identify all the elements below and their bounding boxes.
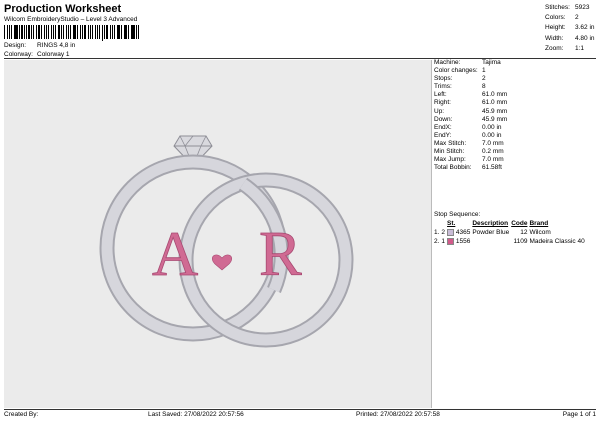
design-label: Design: (4, 42, 27, 49)
embroidery-design: A R (99, 135, 354, 348)
stat-height: Height: 3.62 in (545, 24, 595, 32)
design-value: RINGS 4,8 in (37, 42, 76, 49)
printed-date: Printed: 27/08/2022 20:57:58 (356, 411, 440, 418)
color-swatch (447, 238, 455, 246)
colorway-info: Colorway: Colorway 1 (4, 51, 70, 58)
stat-stitches: Stitches: 5923 (545, 4, 590, 11)
stat-colors: Colors: 2 (545, 14, 579, 22)
stop-sequence-table: St. Description Code Brand 1. 2 4365 Pow… (434, 220, 587, 246)
table-header: St. Description Code Brand (447, 220, 549, 227)
machine-info: Machine: Tajima Color changes: 1 Stops: 2 T… (434, 59, 508, 172)
summary-stats: Stitches: 5923 Colors: 2 Height: 3.62 in Wi… (545, 3, 595, 54)
stop-sequence-title: Stop Sequence: (434, 211, 481, 218)
heart-icon (211, 254, 233, 271)
last-saved: Last Saved: 27/08/2022 20:57:56 (148, 411, 244, 418)
table-row: 1. 2 4365 Powder Blue 12 Wilcom (434, 229, 551, 237)
colorway-label: Colorway: (4, 51, 33, 58)
monogram-letter-left: A (152, 218, 198, 289)
color-swatch (447, 229, 455, 236)
table-row: 2. 1 1556 1109 Madeira Classic 40 (434, 238, 585, 246)
software-name: Wilcom EmbroideryStudio – Level 3 Advanc… (4, 16, 138, 23)
stat-width: Width: 4.80 in (545, 34, 595, 42)
footer-divider (4, 409, 596, 410)
created-by: Created By: (4, 411, 39, 418)
barcode (4, 25, 140, 41)
page-title: Production Worksheet (4, 3, 122, 15)
colorway-value: Colorway 1 (37, 51, 70, 58)
monogram-letter-right: R (259, 218, 302, 289)
page-number: Page 1 of 1 (562, 411, 596, 418)
design-preview: A R (4, 60, 432, 408)
stat-zoom: Zoom: 1:1 (545, 44, 585, 52)
design-info: Design: RINGS 4,8 in (4, 42, 75, 49)
